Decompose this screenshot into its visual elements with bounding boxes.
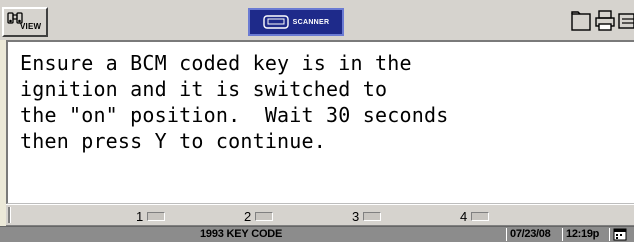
binoculars-icon	[7, 12, 23, 24]
status-divider	[609, 228, 610, 241]
view-button[interactable]: VIEW	[2, 7, 48, 37]
softkey-label: 1	[136, 208, 144, 224]
instruction-line: Ensure a BCM coded key is in the	[20, 51, 412, 75]
toolbar: VIEW SCANNER	[0, 0, 634, 40]
status-date: 07/23/08	[510, 228, 551, 240]
softkey-2[interactable]: 2	[244, 207, 274, 225]
instruction-text: Ensure a BCM coded key is in the ignition…	[20, 50, 620, 154]
view-button-label: VIEW	[20, 22, 42, 31]
folder-icon[interactable]	[570, 8, 592, 34]
instruction-line: the "on" position. Wait 30 seconds	[20, 103, 449, 127]
status-divider	[562, 228, 563, 241]
softkey-indicator	[363, 211, 382, 221]
softkey-4[interactable]: 4	[460, 207, 490, 225]
scanner-button-label: SCANNER	[292, 18, 330, 26]
softkey-divider	[8, 207, 11, 223]
softkey-3[interactable]: 3	[352, 207, 382, 225]
instruction-line: then press Y to continue.	[20, 129, 327, 153]
calendar-icon[interactable]	[613, 228, 627, 241]
softkey-label: 4	[460, 208, 468, 224]
softkey-label: 3	[352, 208, 360, 224]
softkey-label: 2	[244, 208, 252, 224]
softkey-1[interactable]: 1	[136, 207, 166, 225]
scanner-button[interactable]: SCANNER	[248, 8, 344, 36]
status-time: 12:19p	[566, 228, 600, 240]
softkey-indicator	[471, 211, 490, 221]
keyboard-icon	[262, 15, 289, 29]
softkey-bar: 1 2 3 4	[6, 204, 634, 226]
status-title: 1993 KEY CODE	[200, 228, 283, 240]
status-bar: 1993 KEY CODE 07/23/08 12:19p	[0, 226, 634, 242]
printer-icon[interactable]	[594, 8, 616, 34]
status-divider	[506, 228, 507, 241]
softkey-indicator	[147, 211, 166, 221]
softkey-indicator	[255, 211, 274, 221]
instruction-line: ignition and it is switched to	[20, 77, 388, 101]
drive-icon[interactable]	[617, 8, 634, 34]
